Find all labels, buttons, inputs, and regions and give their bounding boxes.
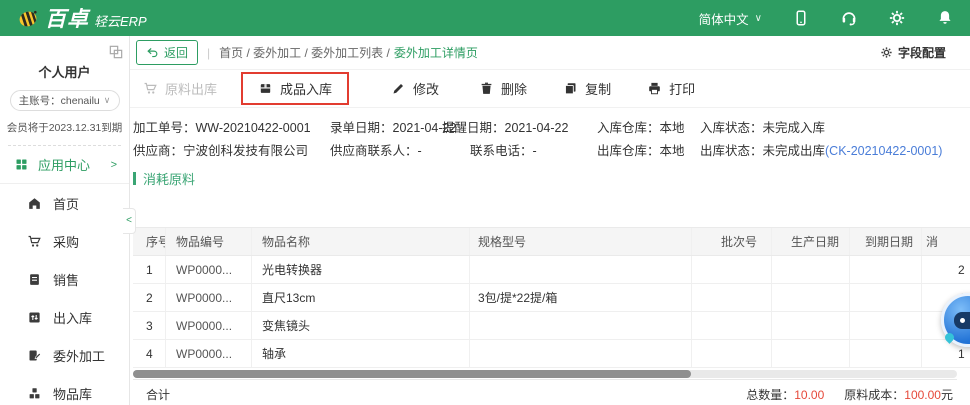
- field-config-gear-icon: [880, 46, 893, 59]
- out-status: 出库状态：未完成出库(CK-20210422-0001): [700, 140, 942, 159]
- trash-icon: [479, 81, 494, 96]
- table-footer-totals: 合计 总数量：10.00 原料成本：100.00元: [133, 379, 957, 405]
- back-button[interactable]: 返回: [136, 40, 198, 65]
- brand-name: 百卓: [45, 3, 89, 33]
- pipe-divider: |: [207, 46, 210, 60]
- language-selector[interactable]: 简体中文 ∨: [699, 9, 762, 28]
- breadcrumb: 返回 | 首页 / 委外加工 / 委外加工列表 / 委外加工详情页 字段配置: [130, 36, 970, 70]
- table-row[interactable]: 2 WP0000... 直尺13cm 3包/提*22提/箱 4: [133, 284, 970, 312]
- edit-button[interactable]: 修改: [391, 79, 439, 98]
- col-header-code: 物品编号: [166, 228, 252, 255]
- sidebar-item-item-library[interactable]: 物品库: [0, 374, 129, 405]
- sidebar-collapse-button[interactable]: <: [123, 208, 136, 234]
- phone: 联系电话：-: [470, 140, 537, 159]
- main-content: 返回 | 首页 / 委外加工 / 委外加工列表 / 委外加工详情页 字段配置: [130, 36, 970, 405]
- outbound-order-link[interactable]: (CK-20210422-0001): [825, 144, 942, 158]
- sidebar-item-in-out-warehouse[interactable]: 出入库: [0, 298, 129, 336]
- section-title-consumed-materials: 消耗原料: [133, 169, 970, 188]
- sidebar-item-sales[interactable]: 销售: [0, 260, 129, 298]
- notification-bell-icon[interactable]: [936, 9, 954, 27]
- entry-date: 录单日期：2021-04-22: [330, 117, 456, 136]
- home-icon: [27, 196, 42, 211]
- cart-icon: [27, 234, 42, 249]
- breadcrumb-current: 委外加工详情页: [394, 44, 478, 61]
- col-header-qty: 消: [922, 228, 970, 255]
- section-accent-bar: [133, 172, 136, 185]
- sidebar-item-app-center[interactable]: 应用中心 >: [0, 146, 129, 183]
- table-row[interactable]: 4 WP0000... 轴承 1: [133, 340, 970, 368]
- pencil-icon: [391, 81, 406, 96]
- sidebar-item-home[interactable]: 首页: [0, 184, 129, 222]
- table-row[interactable]: 1 WP0000... 光电转换器 2: [133, 256, 970, 284]
- breadcrumb-trail[interactable]: 首页 / 委外加工 / 委外加工列表 /: [219, 44, 390, 61]
- supplier: 供应商：宁波创科发技有限公司: [133, 140, 308, 159]
- chevron-down-icon: ∨: [755, 13, 762, 24]
- brand-logo[interactable]: 百卓 轻云ERP: [16, 3, 147, 33]
- sidebar-item-outsourcing[interactable]: 委外加工: [0, 336, 129, 374]
- supplier-contact: 供应商联系人：-: [330, 140, 422, 159]
- field-config-button[interactable]: 字段配置: [880, 44, 946, 61]
- settings-gear-icon[interactable]: [888, 9, 906, 27]
- out-warehouse: 出库仓库：本地: [597, 140, 685, 159]
- order-info: 加工单号：WW-20210422-0001 录单日期：2021-04-22 提醒…: [130, 108, 970, 162]
- erp-app: 百卓 轻云ERP 简体中文 ∨: [0, 0, 970, 405]
- top-header-bar: 百卓 轻云ERP 简体中文 ∨: [0, 0, 970, 36]
- delete-button[interactable]: 删除: [479, 79, 527, 98]
- material-outbound-button[interactable]: 原料出库: [143, 79, 217, 98]
- col-header-spec: 规格型号: [470, 228, 692, 255]
- mobile-app-icon[interactable]: [792, 9, 810, 27]
- user-type-label: 个人用户: [0, 62, 129, 81]
- account-selector[interactable]: 主账号：chenailu ∨: [10, 90, 120, 111]
- outsourcing-icon: [27, 348, 42, 363]
- sum-label: 合计: [133, 386, 170, 403]
- total-qty: 总数量：10.00: [746, 386, 824, 403]
- sidebar-item-purchase[interactable]: 采购: [0, 222, 129, 260]
- col-header-prod-date: 生产日期: [772, 228, 850, 255]
- in-status: 入库状态：未完成入库: [700, 117, 825, 136]
- robot-face-icon: [954, 312, 970, 329]
- bee-logo-icon: [16, 6, 40, 30]
- col-header-seq: 序号: [133, 228, 166, 255]
- back-arrow-icon: [146, 46, 159, 59]
- sales-doc-icon: [27, 272, 42, 287]
- materials-table: 序号 物品编号 物品名称 规格型号 批次号 生产日期 到期日期 消 1 WP00…: [133, 227, 970, 405]
- col-header-name: 物品名称: [252, 228, 470, 255]
- horizontal-scrollbar-thumb[interactable]: [133, 370, 691, 378]
- box-icon: [258, 81, 273, 96]
- action-toolbar: 原料出库 成品入库 修改: [130, 70, 970, 108]
- in-out-icon: [27, 310, 42, 325]
- chevron-right-icon: >: [111, 159, 117, 171]
- copy-icon: [563, 81, 578, 96]
- customer-support-icon[interactable]: [840, 9, 858, 27]
- chevron-down-icon: ∨: [104, 95, 111, 106]
- layout-toggle-icon[interactable]: [108, 44, 124, 60]
- copy-button[interactable]: 复制: [563, 79, 611, 98]
- items-icon: [27, 386, 42, 401]
- in-warehouse: 入库仓库：本地: [597, 117, 685, 136]
- app-grid-icon: [14, 157, 29, 172]
- horizontal-scrollbar-track[interactable]: [133, 370, 957, 378]
- cart-icon: [143, 81, 158, 96]
- table-row[interactable]: 3 WP0000... 变焦镜头 3: [133, 312, 970, 340]
- col-header-exp-date: 到期日期: [850, 228, 922, 255]
- product-inbound-button[interactable]: 成品入库: [258, 79, 332, 98]
- print-button[interactable]: 打印: [647, 79, 695, 98]
- printer-icon: [647, 81, 662, 96]
- remind-date: 提醒日期：2021-04-22: [442, 117, 568, 136]
- brand-suffix: 轻云ERP: [94, 11, 147, 30]
- order-no: 加工单号：WW-20210422-0001: [133, 117, 311, 136]
- sidebar: 个人用户 主账号：chenailu ∨ 会员将于2023.12.31到期 应用中…: [0, 36, 130, 405]
- total-cost: 原料成本：100.00元: [844, 386, 953, 403]
- highlight-box: 成品入库: [241, 72, 349, 105]
- table-header-row: 序号 物品编号 物品名称 规格型号 批次号 生产日期 到期日期 消: [133, 227, 970, 256]
- membership-expiry: 会员将于2023.12.31到期: [0, 120, 129, 135]
- col-header-batch: 批次号: [692, 228, 772, 255]
